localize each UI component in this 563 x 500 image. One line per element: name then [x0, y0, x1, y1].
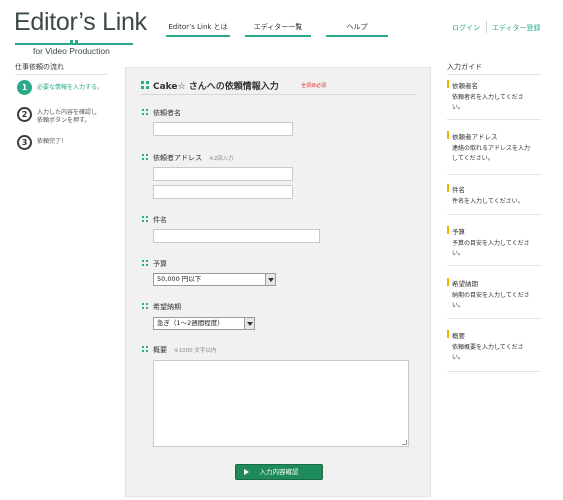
subject-input[interactable]: [153, 229, 320, 243]
form-title: Cake☆ さんへの依頼情報入力: [153, 82, 279, 92]
step-label: 依頼完了！: [37, 138, 68, 145]
subject-label: 件名: [153, 216, 167, 224]
grid-icon: [141, 81, 149, 89]
chevron-down-icon: [265, 274, 275, 285]
budget-label: 予算: [153, 260, 167, 268]
email-label: 依頼者アドレス ※2回入力: [153, 154, 234, 162]
field-marker-icon: [142, 260, 149, 267]
step-number: 2: [17, 107, 32, 122]
resize-handle-icon[interactable]: [402, 440, 407, 445]
guide-item-text: 依頼概要を入力してくださ い。: [452, 344, 524, 361]
budget-selected-value: 50,000 円以下: [157, 275, 202, 283]
guide-item-title: 概要: [452, 332, 465, 340]
step-number: 3: [17, 135, 32, 150]
step-label: 入力した内容を確認し 依頼ボタンを押す。: [37, 109, 98, 124]
request-form-panel: Cake☆ さんへの依頼情報入力 全項目必須 依頼者名 依頼者アドレス ※2回入力…: [125, 67, 431, 497]
guide-item-text: 納期の目安を入力してくださ い。: [452, 292, 530, 309]
guide-item-title: 予算: [452, 228, 465, 236]
guide-item-text: 予算の目安を入力してくださ い。: [452, 240, 530, 257]
guide-item-text: 件名を入力してください。: [452, 198, 524, 205]
step-number: 1: [17, 80, 32, 95]
guide-item-title: 依頼者名: [452, 82, 478, 90]
field-marker-icon: [142, 346, 149, 353]
chevron-down-icon: [244, 318, 254, 329]
confirm-button[interactable]: 入力内容確認: [235, 464, 323, 480]
site-logo[interactable]: Editor’s Link for Video Production: [14, 8, 147, 56]
guide-item-title: 依頼者アドレス: [452, 133, 498, 141]
guide-item-text: 連絡の取れるアドレスを入力 してください。: [452, 145, 531, 162]
play-icon: [244, 469, 249, 475]
budget-select[interactable]: 50,000 円以下: [153, 273, 276, 286]
guide-item-title: 件名: [452, 186, 465, 194]
email-note: ※2回入力: [209, 156, 234, 162]
register-link[interactable]: エディター登録: [492, 23, 541, 33]
confirm-button-label: 入力内容確認: [259, 468, 299, 476]
logo-subtitle: for Video Production: [33, 46, 110, 56]
guide-item-text: 依頼者名を入力してくださ い。: [452, 94, 524, 111]
guide-divider: [447, 74, 541, 75]
nav-editor-list[interactable]: エディター一覧: [245, 22, 311, 37]
summary-label: 概要 ※1000 文字以内: [153, 346, 217, 354]
summary-note: ※1000 文字以内: [174, 348, 217, 354]
form-header: Cake☆ さんへの依頼情報入力 全項目必須: [141, 79, 417, 95]
header-divider: [486, 21, 487, 33]
field-marker-icon: [142, 154, 149, 161]
deadline-selected-value: 急ぎ（1〜2週間程度）: [157, 319, 224, 327]
flow-title: 仕事依頼の流れ: [15, 63, 64, 71]
field-marker-icon: [142, 303, 149, 310]
guide-item-title: 希望納期: [452, 280, 478, 288]
email-input[interactable]: [153, 167, 293, 181]
deadline-label: 希望納期: [153, 303, 181, 311]
guide-title: 入力ガイド: [447, 63, 482, 71]
email-confirm-input[interactable]: [153, 185, 293, 199]
nav-about[interactable]: Editor’s Link とは: [166, 22, 230, 37]
logo-text: Editor’s Link: [14, 8, 147, 36]
login-link[interactable]: ログイン: [452, 23, 480, 33]
step-label: 必要な情報を入力する。: [37, 84, 104, 91]
name-input[interactable]: [153, 122, 293, 136]
logo-underline: [15, 43, 133, 45]
name-label: 依頼者名: [153, 109, 181, 117]
summary-textarea[interactable]: [153, 360, 409, 447]
field-marker-icon: [142, 109, 149, 116]
nav-help[interactable]: ヘルプ: [326, 22, 388, 37]
field-marker-icon: [142, 216, 149, 223]
deadline-select[interactable]: 急ぎ（1〜2週間程度）: [153, 317, 255, 330]
required-note: 全項目必須: [301, 83, 327, 89]
flow-divider: [15, 74, 108, 75]
